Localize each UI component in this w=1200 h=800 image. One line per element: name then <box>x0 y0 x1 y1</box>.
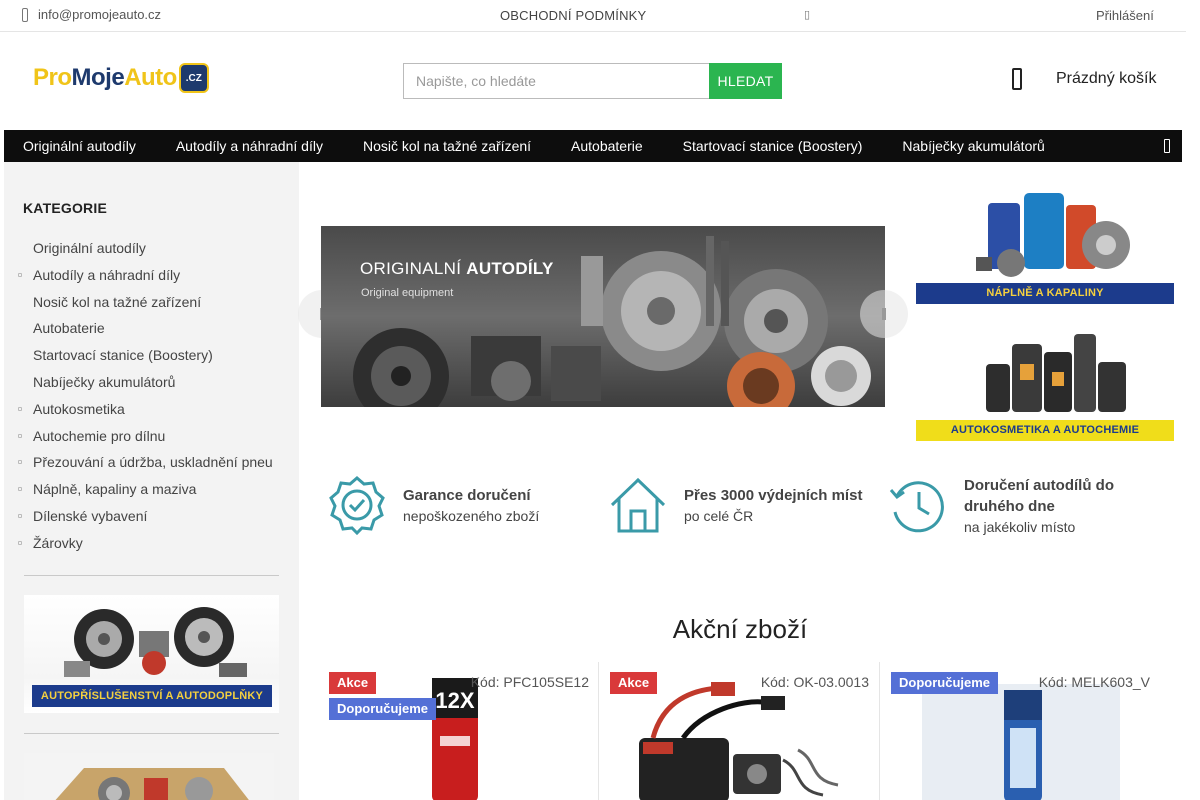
divider <box>24 575 279 576</box>
top-bar: info@promojeauto.cz OBCHODNÍ PODMÍNKY ▯ … <box>0 0 1186 32</box>
cart-label: Prázdný košík <box>1056 70 1157 87</box>
cart-icon <box>1012 68 1022 90</box>
search-button[interactable]: HLEDAT <box>709 63 782 99</box>
parts-box-image <box>24 753 274 800</box>
category-item[interactable]: Žárovky <box>18 531 288 558</box>
contact-email-text: info@promojeauto.cz <box>38 7 162 22</box>
category-item[interactable]: Autobaterie <box>18 316 288 343</box>
category-item[interactable]: Autochemie pro dílnu <box>18 424 288 451</box>
category-item[interactable]: Autodíly a náhradní díly <box>18 263 288 290</box>
feature-title: Přes 3000 výdejních míst <box>684 486 863 504</box>
can-label: 12X <box>435 688 474 713</box>
clock-history-icon <box>889 481 944 533</box>
search-form: HLEDAT <box>403 63 782 99</box>
recommended-badge: Doporučujeme <box>329 698 437 720</box>
fluids-image <box>916 183 1174 283</box>
slider-next-button[interactable] <box>860 290 908 338</box>
parts-box-banner[interactable] <box>24 753 274 800</box>
nav-item-original-parts[interactable]: Originální autodíly <box>4 130 156 162</box>
feature-subtitle: nepoškozeného zboží <box>403 507 540 524</box>
category-item[interactable]: Nabíječky akumulátorů <box>18 370 288 397</box>
product-code: Kód: MELK603_V <box>1038 674 1150 690</box>
home-icon <box>610 477 666 533</box>
login-link[interactable]: Přihlášení <box>1096 8 1154 23</box>
product-code: Kód: OK-03.0013 <box>760 674 869 690</box>
feature-subtitle: na jakékoliv místo <box>964 519 1076 535</box>
feature-subtitle: po celé ČR <box>684 507 754 524</box>
recommended-badge: Doporučujeme <box>891 672 999 694</box>
logo-badge: .CZ <box>178 63 209 93</box>
chevron-right-icon <box>882 308 886 320</box>
hero-subtitle: Original equipment <box>361 287 454 299</box>
menu-more-icon[interactable] <box>1164 139 1170 153</box>
brake-cleaner-image: 12X <box>432 678 478 800</box>
bullet-icon <box>18 460 22 465</box>
bullet-icon <box>18 540 22 545</box>
accessories-banner-label: AUTOPŘÍSLUŠENSTVÍ A AUTODOPLŇKY <box>32 685 272 707</box>
nav-item-bike-carrier[interactable]: Nosič kol na tažné zařízení <box>343 130 551 162</box>
nav-item-chargers[interactable]: Nabíječky akumulátorů <box>882 130 1064 162</box>
nav-item-boosters[interactable]: Startovací stanice (Boostery) <box>663 130 883 162</box>
jump-starter-image <box>639 682 839 800</box>
product-card[interactable]: Doporučujeme Kód: MELK603_V <box>879 662 1160 800</box>
sidebar-title: KATEGORIE <box>23 200 107 216</box>
bullet-icon <box>18 487 22 492</box>
logo-wordmark: ProMojeAuto <box>33 64 177 91</box>
section-title: Akční zboží <box>672 614 808 644</box>
cart[interactable]: Prázdný košík <box>1012 68 1156 90</box>
feature-title: Garance doručení <box>403 486 531 504</box>
category-item[interactable]: Přezouvání a údržba, uskladnění pneu <box>18 450 288 477</box>
product-card[interactable]: Akce Kód: OK-03.0013 <box>598 662 879 800</box>
promo-fluids-label: NÁPLNĚ A KAPALINY <box>916 283 1174 304</box>
badge-check-icon <box>329 476 385 535</box>
category-item[interactable]: Autokosmetika <box>18 397 288 424</box>
bullet-icon <box>18 406 22 411</box>
main-nav: Originální autodíly Autodíly a náhradní … <box>4 130 1182 162</box>
promo-cosmetics[interactable]: AUTOKOSMETIKA A AUTOCHEMIE <box>916 322 1174 441</box>
category-item[interactable]: Startovací stanice (Boostery) <box>18 343 288 370</box>
auto-parts-image <box>353 236 871 407</box>
hero-banner[interactable]: ORIGINALNÍ AUTODÍLY Original equipment <box>321 226 885 407</box>
promo-cosmetics-label: AUTOKOSMETIKA A AUTOCHEMIE <box>916 420 1174 441</box>
terms-link[interactable]: OBCHODNÍ PODMÍNKY <box>500 8 646 23</box>
mail-icon <box>22 7 28 22</box>
windshield-deicer-image <box>922 684 1120 800</box>
feature-delivery-guarantee: Garance doručení nepoškozeného zboží <box>328 475 539 535</box>
category-item[interactable]: Náplně, kapaliny a maziva <box>18 477 288 504</box>
nav-item-batteries[interactable]: Autobaterie <box>551 130 663 162</box>
nav-item-parts[interactable]: Autodíly a náhradní díly <box>156 130 343 162</box>
bullet-icon <box>18 433 22 438</box>
feature-pickup-points: Přes 3000 výdejních míst po celé ČR <box>609 475 862 535</box>
promo-fluids[interactable]: NÁPLNĚ A KAPALINY <box>916 183 1174 304</box>
search-input[interactable] <box>403 63 709 99</box>
hero-title: ORIGINALNÍ AUTODÍLY <box>360 259 554 278</box>
header: ProMojeAuto .CZ HLEDAT Prázdný košík <box>0 32 1186 130</box>
product-code: Kód: PFC105SE12 <box>470 674 589 690</box>
feature-title: Doručení autodílů do druhého dne <box>964 477 1114 515</box>
divider <box>24 733 279 734</box>
bullet-icon <box>18 513 22 518</box>
category-list: Originální autodíly Autodíly a náhradní … <box>18 236 288 558</box>
product-grid: 12X Akce Doporučujeme Kód: PFC105SE12 Ak… <box>318 662 1182 800</box>
language-icon[interactable]: ▯ <box>804 8 810 21</box>
sidebar: KATEGORIE Originální autodíly Autodíly a… <box>4 162 299 800</box>
bullet-icon <box>18 272 22 277</box>
feature-next-day-delivery: Doručení autodílů do druhého dne na jaké… <box>889 475 1154 537</box>
accessories-banner[interactable]: AUTOPŘÍSLUŠENSTVÍ A AUTODOPLŇKY <box>24 595 279 713</box>
sale-badge: Akce <box>610 672 658 694</box>
site-logo[interactable]: ProMojeAuto .CZ <box>33 63 209 93</box>
category-item[interactable]: Nosič kol na tažné zařízení <box>18 290 288 317</box>
category-item[interactable]: Dílenské vybavení <box>18 504 288 531</box>
contact-email[interactable]: info@promojeauto.cz <box>22 7 161 22</box>
category-item[interactable]: Originální autodíly <box>18 236 288 263</box>
product-card[interactable]: 12X Akce Doporučujeme Kód: PFC105SE12 <box>318 662 599 800</box>
cosmetics-image <box>916 322 1174 420</box>
sale-badge: Akce <box>329 672 377 694</box>
